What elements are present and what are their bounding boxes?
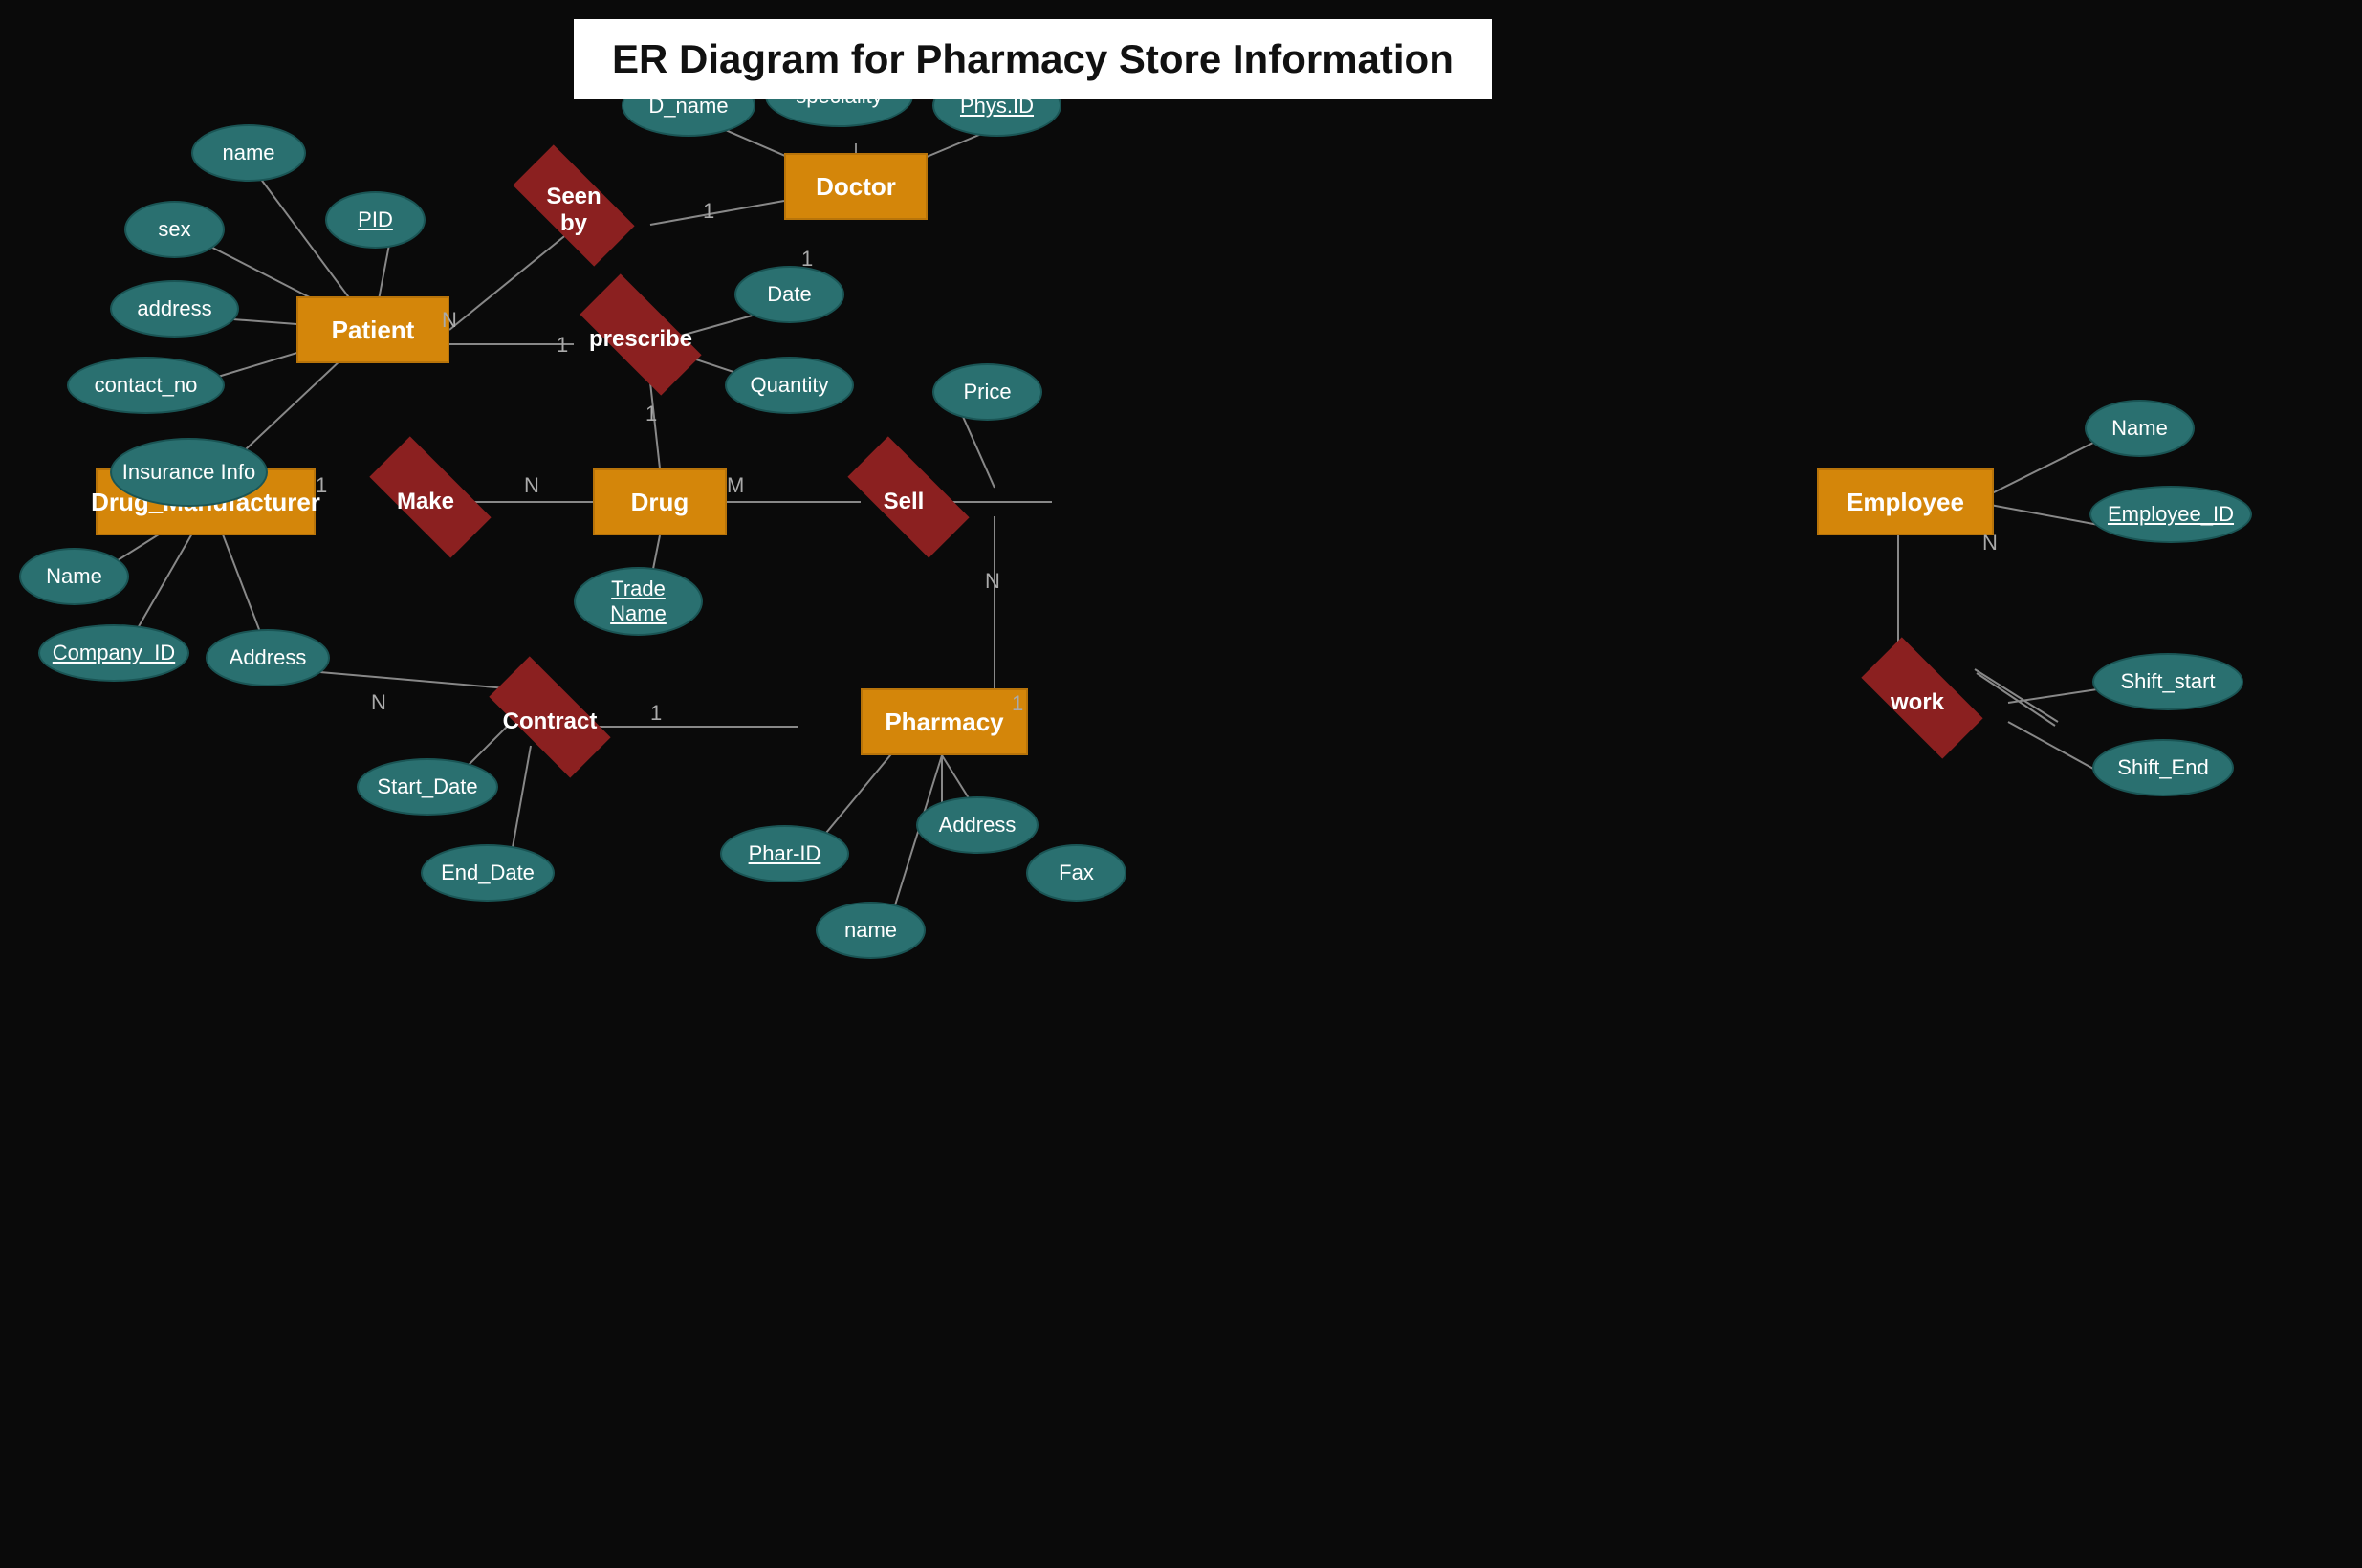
card-sell-m: M bbox=[727, 473, 744, 498]
card-contract-1: 1 bbox=[650, 701, 662, 726]
attr-work-shift-end: Shift_End bbox=[2092, 739, 2234, 796]
card-make-1: 1 bbox=[316, 473, 327, 498]
card-contract-n: N bbox=[371, 690, 386, 715]
card-prescribe-n: N bbox=[442, 308, 457, 333]
entity-employee: Employee bbox=[1817, 468, 1994, 535]
card-drug-1: 1 bbox=[645, 402, 657, 426]
attr-drug-tradename: Trade Name bbox=[574, 567, 703, 636]
entity-pharmacy: Pharmacy bbox=[861, 688, 1028, 755]
attr-patient-sex: sex bbox=[124, 201, 225, 258]
entity-drug: Drug bbox=[593, 468, 727, 535]
attr-dm-address: Address bbox=[206, 629, 330, 686]
attr-pharmacy-name: name bbox=[816, 902, 926, 959]
attr-pharmacy-fax: Fax bbox=[1026, 844, 1126, 902]
relationship-seen-by: Seenby bbox=[497, 167, 650, 253]
attr-patient-insurance: Insurance Info bbox=[110, 438, 268, 507]
card-seen-by-1: 1 bbox=[703, 199, 714, 224]
card-prescribe-1: 1 bbox=[557, 333, 568, 358]
relationship-prescribe: prescribe bbox=[564, 296, 717, 382]
attr-pharmacy-address: Address bbox=[916, 796, 1039, 854]
relationship-contract: Contract bbox=[473, 679, 626, 765]
attr-prescribe-quantity: Quantity bbox=[725, 357, 854, 414]
attr-contract-end: End_Date bbox=[421, 844, 555, 902]
card-sell-n: N bbox=[985, 569, 1000, 594]
attr-prescribe-date: Date bbox=[734, 266, 844, 323]
attr-dm-name: Name bbox=[19, 548, 129, 605]
attr-contract-start: Start_Date bbox=[357, 758, 498, 816]
relationship-sell: Sell bbox=[832, 459, 975, 545]
card-work-1: 1 bbox=[1012, 691, 1023, 716]
attr-work-shift-start: Shift_start bbox=[2092, 653, 2243, 710]
attr-dm-companyid: Company_ID bbox=[38, 624, 189, 682]
card-work-n: N bbox=[1982, 531, 1998, 555]
entity-patient: Patient bbox=[296, 296, 449, 363]
attr-emp-name: Name bbox=[2085, 400, 2195, 457]
relationship-work: work bbox=[1846, 660, 1989, 746]
card-seen-by-doctor: 1 bbox=[801, 247, 813, 272]
diagram-title: ER Diagram for Pharmacy Store Informatio… bbox=[574, 19, 1492, 99]
attr-pharmacy-id: Phar-ID bbox=[720, 825, 849, 882]
attr-patient-contact: contact_no bbox=[67, 357, 225, 414]
attr-patient-pid: PID bbox=[325, 191, 426, 249]
relationship-make: Make bbox=[354, 459, 497, 545]
attr-patient-name: name bbox=[191, 124, 306, 182]
attr-emp-id: Employee_ID bbox=[2089, 486, 2252, 543]
entity-doctor: Doctor bbox=[784, 153, 928, 220]
attr-patient-address: address bbox=[110, 280, 239, 338]
attr-sell-price: Price bbox=[932, 363, 1042, 421]
card-make-n: N bbox=[524, 473, 539, 498]
